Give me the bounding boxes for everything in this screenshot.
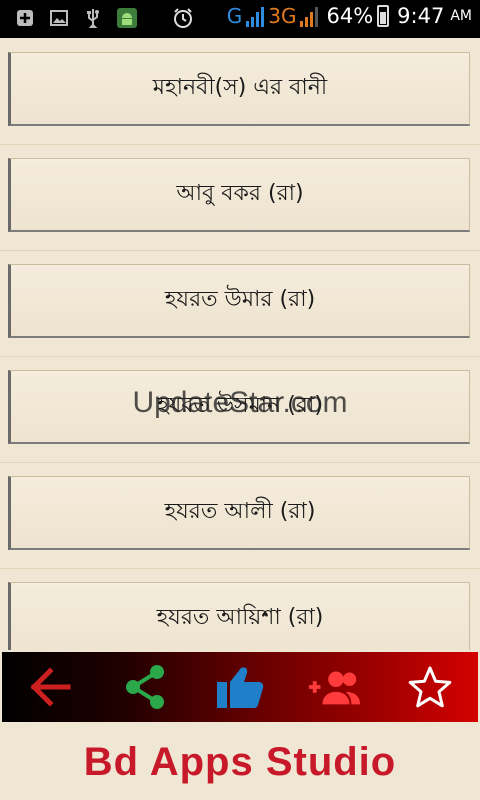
list-row: হযরত আলী (রা) xyxy=(0,462,480,569)
list-item-label: আবু বকর (রা) xyxy=(176,181,304,206)
bottom-action-bar xyxy=(2,652,478,722)
back-arrow-icon xyxy=(30,667,71,707)
back-button[interactable] xyxy=(22,659,78,715)
notification-icons xyxy=(14,7,194,29)
footer-brand: Bd Apps Studio xyxy=(83,739,397,784)
clock-ampm: AM xyxy=(450,8,472,24)
network-3g-label: 3G xyxy=(268,4,297,28)
status-right: G 3G 64% 9:47 AM xyxy=(227,4,472,28)
list-item-button[interactable]: হযরত আয়িশা (রা) xyxy=(8,582,470,650)
usb-icon xyxy=(82,7,104,29)
favorite-button[interactable] xyxy=(402,659,458,715)
add-icon xyxy=(14,7,36,29)
content-list: মহানবী(স) এর বানী আবু বকর (রা) হযরত উমার… xyxy=(0,38,480,650)
clock-time: 9:47 xyxy=(397,4,445,28)
list-item-button[interactable]: হযরত আলী (রা) xyxy=(8,476,470,550)
image-icon xyxy=(48,7,70,29)
status-bar: G 3G 64% 9:47 AM xyxy=(0,0,480,38)
list-item-label: হযরত আয়িশা (রা) xyxy=(156,605,324,630)
add-friend-button[interactable] xyxy=(307,659,363,715)
network-g-label: G xyxy=(226,4,243,28)
list-item-label: হযরত উমার (রা) xyxy=(164,287,316,312)
list-row: মহানবী(স) এর বানী xyxy=(0,38,480,145)
share-button[interactable] xyxy=(117,659,173,715)
list-item-button[interactable]: মহানবী(স) এর বানী xyxy=(8,52,470,126)
like-button[interactable] xyxy=(212,659,268,715)
list-item-button[interactable]: আবু বকর (রা) xyxy=(8,158,470,232)
watermark-text: UpdateStar.com xyxy=(132,386,348,419)
android-icon xyxy=(116,7,138,29)
signal-g-icon xyxy=(246,5,265,27)
list-item-label: হযরত আলী (রা) xyxy=(164,499,316,524)
add-group-icon xyxy=(309,671,361,705)
signal-3g-icon xyxy=(300,5,319,27)
battery-percent: 64% xyxy=(326,4,374,28)
battery-icon xyxy=(377,5,390,27)
list-item-label: মহানবী(স) এর বানী xyxy=(152,75,328,100)
star-icon xyxy=(409,666,452,708)
list-row: হযরত উমার (রা) xyxy=(0,250,480,357)
thumbs-up-icon xyxy=(216,667,264,708)
list-row: হযরত আয়িশা (রা) xyxy=(0,568,480,650)
alarm-icon xyxy=(172,7,194,29)
share-icon xyxy=(125,665,164,709)
list-item-button[interactable]: হযরত উমার (রা) xyxy=(8,264,470,338)
list-row: আবু বকর (রা) xyxy=(0,144,480,251)
